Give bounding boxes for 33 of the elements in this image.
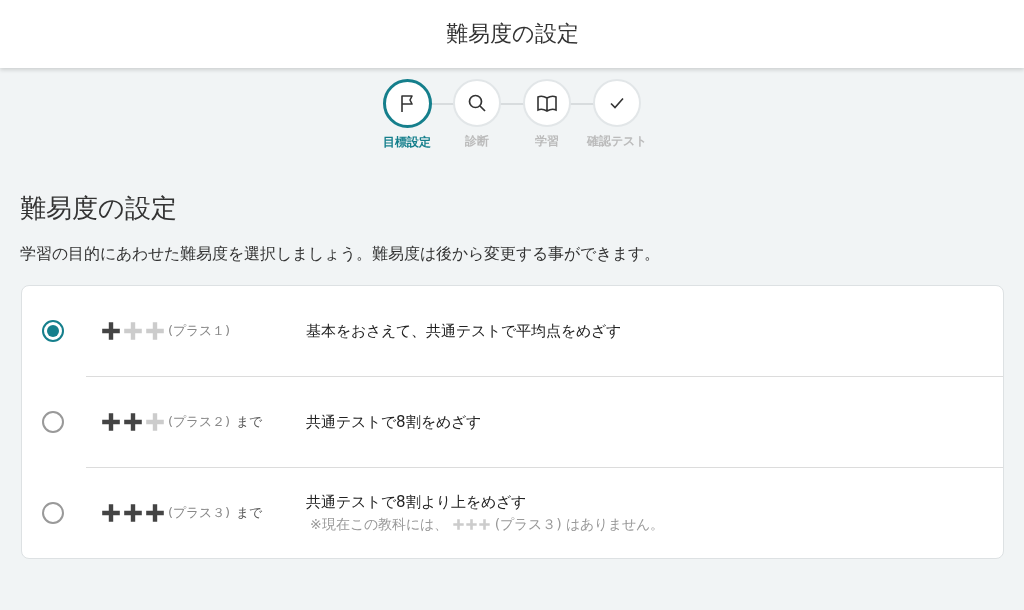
radio-button[interactable]	[42, 320, 64, 342]
page-title: 難易度の設定	[445, 20, 579, 48]
plus-icon	[477, 518, 491, 531]
plus-icon	[100, 320, 122, 342]
plus-icon	[100, 502, 122, 524]
radio-button[interactable]	[42, 411, 64, 433]
step-label: 目標設定	[383, 134, 431, 151]
step-label: 確認テスト	[587, 133, 647, 150]
note-text: ※現在この教科には、	[310, 515, 448, 534]
plus-icon	[451, 518, 465, 531]
plus-icon	[122, 320, 144, 342]
suffix-label: まで	[236, 413, 263, 431]
section-heading: 難易度の設定	[20, 192, 178, 225]
plus-icon	[100, 411, 122, 433]
goal-text: 共通テストで8割より上をめざす	[306, 492, 527, 512]
plus-icon	[144, 411, 166, 433]
radio-button[interactable]	[42, 502, 64, 524]
plus-icon	[122, 502, 144, 524]
step-label: 学習	[535, 133, 559, 150]
plus-icon	[464, 518, 478, 531]
suffix-label: まで	[236, 504, 263, 522]
description-text: 学習の目的にあわせた難易度を選択しましょう。難易度は後から変更する事ができます。	[20, 244, 661, 265]
plus-icon	[144, 502, 166, 524]
note-text: (プラス３) はありません。	[494, 515, 665, 534]
step-label: 診断	[465, 133, 489, 150]
level-label: (プラス２)	[168, 413, 231, 431]
step-circle[interactable]	[382, 79, 432, 128]
goal-text: 共通テストで8割をめざす	[306, 412, 481, 432]
goal-text: 基本をおさえて、共通テストで平均点をめざす	[306, 321, 621, 341]
plus-icon	[122, 411, 144, 433]
plus-icon	[144, 320, 166, 342]
level-label: (プラス１)	[168, 322, 231, 340]
level-label: (プラス３)	[168, 504, 231, 522]
